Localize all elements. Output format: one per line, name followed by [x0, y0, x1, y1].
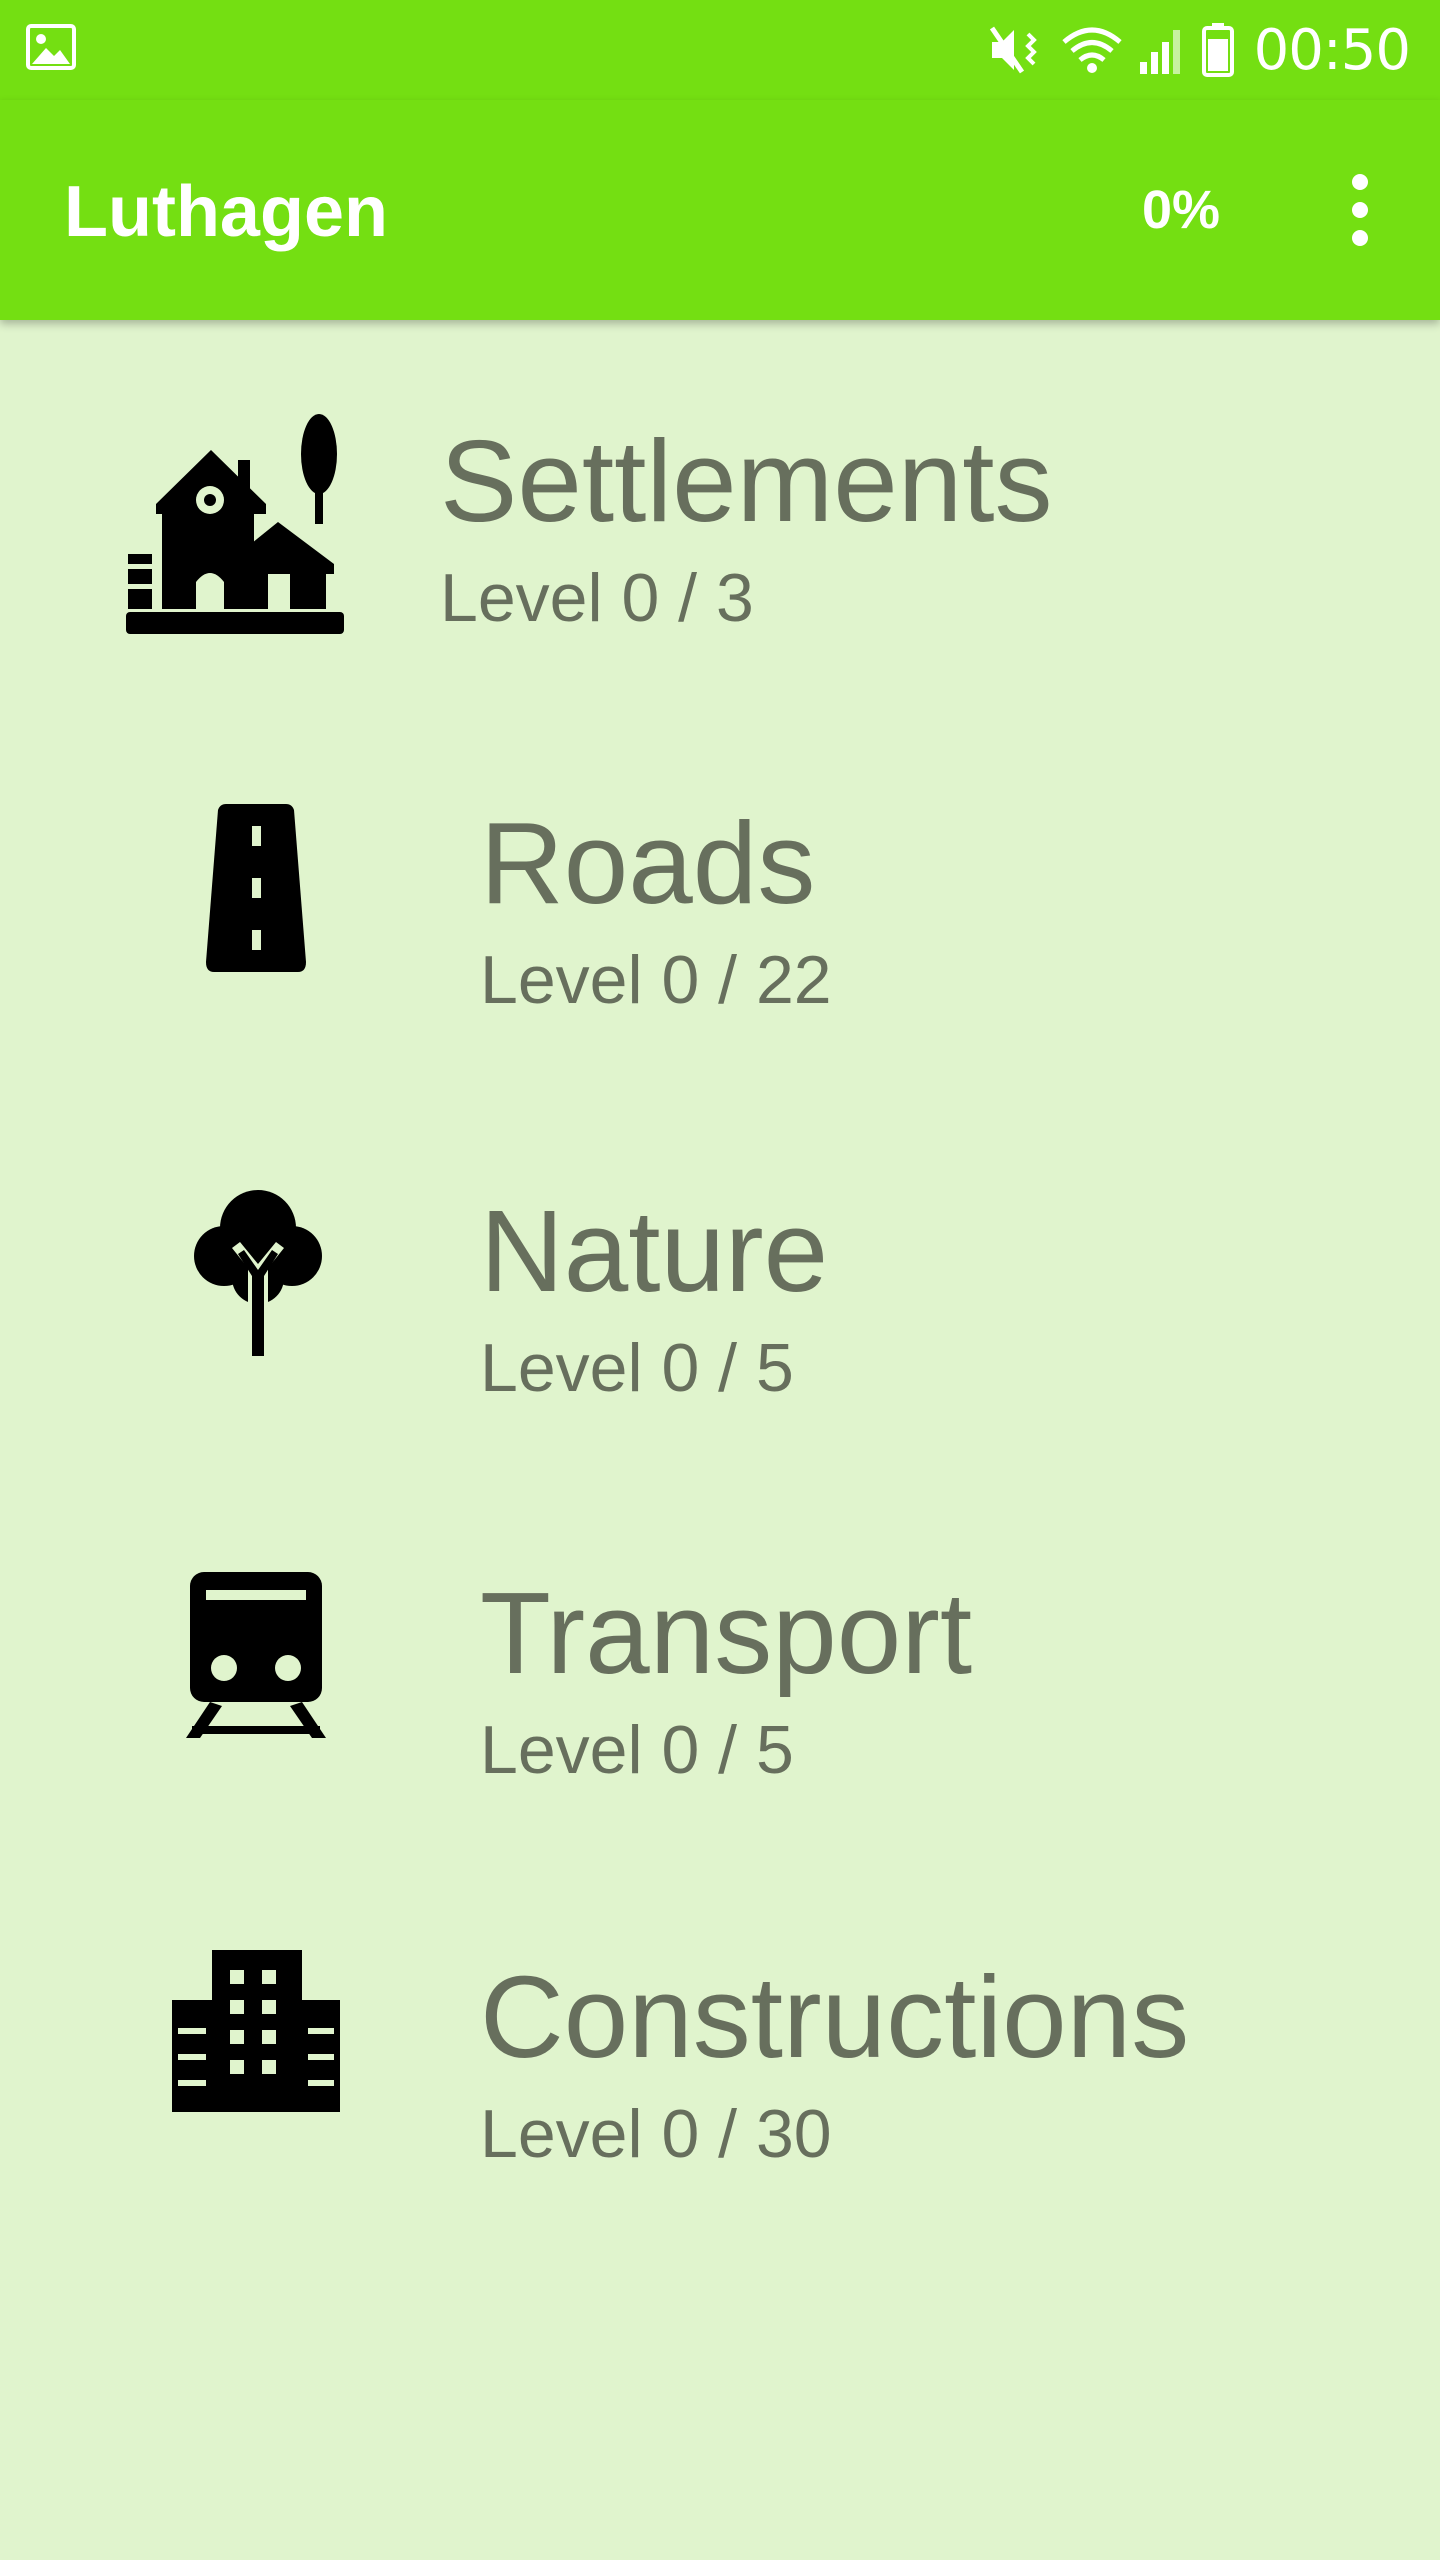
- status-icons: 00:50: [988, 17, 1411, 83]
- category-name: Constructions: [480, 1952, 1190, 2082]
- category-item-settlements[interactable]: Settlements Level 0 / 3: [0, 320, 1440, 704]
- category-item-roads[interactable]: Roads Level 0 / 22: [0, 704, 1440, 1088]
- category-level: Level 0 / 22: [480, 942, 832, 1018]
- category-name: Nature: [480, 1186, 829, 1316]
- category-item-transport[interactable]: Transport Level 0 / 5: [0, 1472, 1440, 1856]
- building-icon: [172, 1950, 340, 2112]
- category-level: Level 0 / 3: [440, 560, 754, 636]
- category-name: Transport: [480, 1568, 973, 1698]
- app-title: Luthagen: [64, 172, 388, 252]
- category-level: Level 0 / 5: [480, 1712, 794, 1788]
- tree-icon: [194, 1190, 322, 1356]
- app-bar: Luthagen 0%: [0, 100, 1440, 320]
- wifi-icon: [1061, 27, 1122, 73]
- status-bar: 00:50: [0, 0, 1440, 100]
- progress-percent: 0%: [1141, 180, 1220, 240]
- mute-vibrate-icon: [989, 26, 1037, 74]
- cell-signal-icon: [1139, 30, 1180, 74]
- category-name: Settlements: [440, 416, 1053, 546]
- settlement-icon: [126, 414, 344, 634]
- category-level: Level 0 / 30: [480, 2096, 832, 2172]
- gallery-icon: [26, 24, 76, 70]
- status-time: 00:50: [1253, 17, 1411, 83]
- category-item-nature[interactable]: Nature Level 0 / 5: [0, 1088, 1440, 1472]
- battery-icon: [1201, 23, 1234, 77]
- category-level: Level 0 / 5: [480, 1330, 794, 1406]
- category-name: Roads: [480, 798, 816, 928]
- overflow-menu-icon[interactable]: [1340, 170, 1380, 250]
- road-icon: [206, 804, 306, 972]
- train-icon: [186, 1572, 326, 1738]
- category-item-constructions[interactable]: Constructions Level 0 / 30: [0, 1856, 1440, 2240]
